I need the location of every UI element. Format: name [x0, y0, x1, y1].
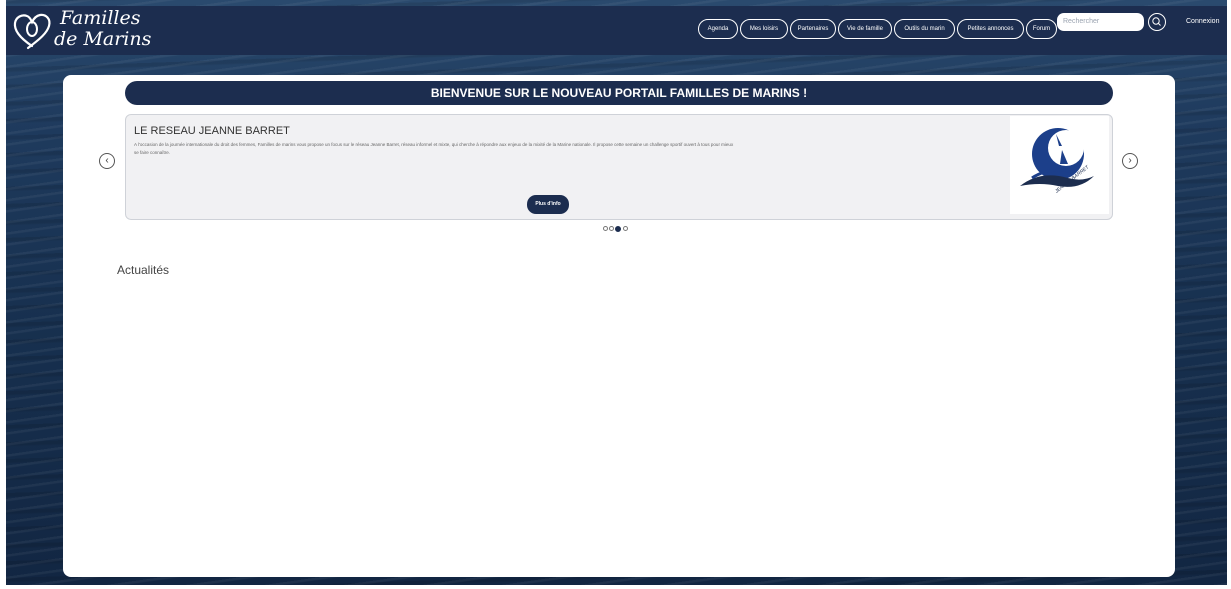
carousel-dot[interactable]	[603, 226, 608, 231]
frame-right	[1227, 0, 1231, 589]
search-input[interactable]: Rechercher	[1057, 13, 1144, 31]
carousel-prev-button[interactable]: ‹	[99, 153, 115, 169]
nav-mes-loisirs[interactable]: Mes loisirs	[740, 19, 788, 39]
nav-outils-du-marin[interactable]: Outils du marin	[894, 19, 955, 39]
search-icon	[1152, 17, 1161, 26]
slide-title: LE RESEAU JEANNE BARRET	[134, 125, 290, 137]
logo-text-line2: de Marins	[54, 28, 152, 50]
connexion-link[interactable]: Connexion	[1186, 18, 1219, 25]
jeanne-barret-logo: JEANNE BARRET	[1010, 116, 1109, 214]
site-logo[interactable]: Familles de Marins	[10, 8, 160, 54]
carousel-dot-active[interactable]	[615, 225, 621, 232]
logo-text-line1: Familles	[60, 7, 141, 29]
search-button[interactable]	[1148, 13, 1166, 31]
nav-forum[interactable]: Forum	[1026, 19, 1057, 39]
site-header: Familles de Marins Agenda Mes loisirs Pa…	[6, 6, 1227, 55]
jeanne-barret-emblem-icon	[1020, 128, 1094, 187]
nav-vie-de-famille[interactable]: Vie de famille	[838, 19, 892, 39]
carousel-slide: LE RESEAU JEANNE BARRET A l'occasion de …	[125, 114, 1113, 220]
welcome-banner: BIENVENUE SUR LE NOUVEAU PORTAIL FAMILLE…	[125, 81, 1113, 105]
nav-partenaires[interactable]: Partenaires	[790, 19, 836, 39]
carousel-next-button[interactable]: ›	[1122, 153, 1138, 169]
carousel-dot[interactable]	[623, 226, 628, 231]
carousel-dot[interactable]	[609, 226, 614, 231]
nav-petites-annonces[interactable]: Petites annonces	[957, 19, 1024, 39]
chevron-left-icon: ‹	[105, 155, 109, 166]
slide-text: A l'occasion de la journée international…	[134, 142, 734, 155]
section-title-actualites: Actualités	[117, 263, 170, 277]
frame-bottom	[0, 585, 1231, 589]
chevron-right-icon: ›	[1128, 155, 1132, 166]
more-info-button[interactable]: Plus d'info	[527, 195, 569, 214]
nav-agenda[interactable]: Agenda	[698, 19, 738, 39]
heart-logo-icon	[13, 13, 51, 50]
main-panel: BIENVENUE SUR LE NOUVEAU PORTAIL FAMILLE…	[63, 75, 1175, 577]
frame-left	[0, 0, 6, 589]
